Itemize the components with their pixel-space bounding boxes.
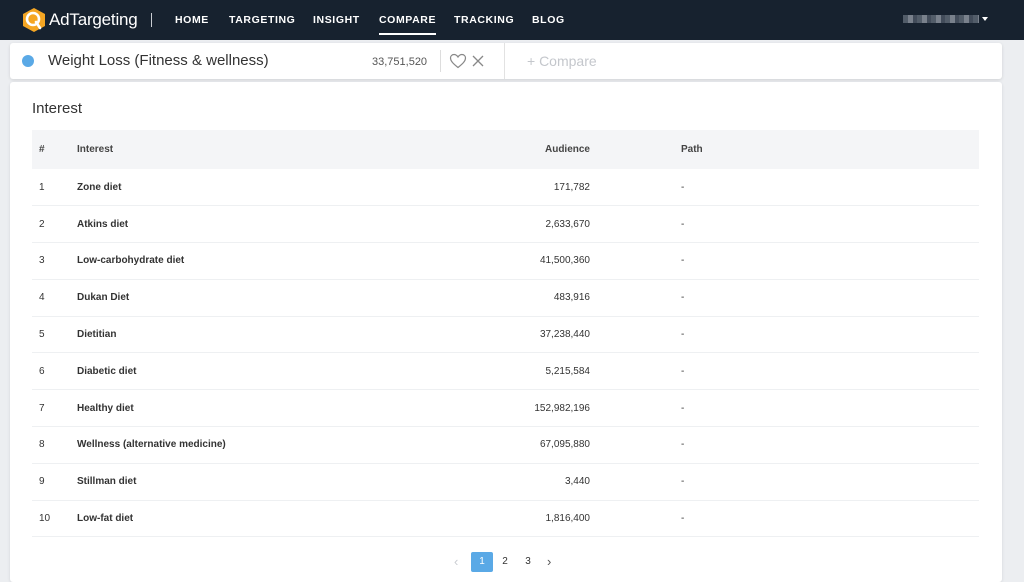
row-interest: Wellness (alternative medicine) (77, 439, 226, 451)
row-interest: Atkins diet (77, 218, 129, 230)
compare-bar: Weight Loss (Fitness & wellness) 33,751,… (10, 43, 1002, 79)
row-interest: Dietitian (77, 329, 117, 341)
row-path: - (681, 365, 685, 377)
row-number: 10 (39, 513, 51, 525)
table-row: 6 Diabetic diet 5,215,584 - (32, 353, 979, 390)
user-account-name[interactable] (903, 15, 979, 23)
nav-link-compare[interactable]: COMPARE (379, 14, 437, 35)
topic-audience-count: 33,751,520 (372, 56, 428, 68)
table-row: 10 Low-fat diet 1,816,400 - (32, 500, 979, 537)
row-audience: 3,440 (564, 476, 590, 488)
pagination-page-2[interactable]: 2 (494, 552, 516, 572)
row-path: - (681, 513, 685, 525)
section-title: Interest (32, 100, 83, 117)
heart-icon[interactable] (449, 53, 467, 69)
row-interest: Diabetic diet (77, 365, 137, 377)
interest-table: # Interest Audience Path 1 Zone diet 171… (32, 130, 979, 537)
pagination-next-button[interactable]: › (547, 554, 551, 569)
table-row: 8 Wellness (alternative medicine) 67,095… (32, 427, 979, 464)
logo-icon (23, 8, 45, 32)
pagination-page-3[interactable]: 3 (517, 552, 539, 572)
row-interest: Dukan Diet (77, 292, 130, 304)
row-audience: 2,633,670 (545, 218, 591, 230)
table-header-row: # Interest Audience Path (32, 130, 979, 169)
row-number: 8 (39, 439, 45, 451)
topic-title: Weight Loss (Fitness & wellness) (48, 52, 269, 69)
col-header-path: Path (681, 144, 703, 155)
row-number: 5 (39, 329, 45, 341)
row-audience: 41,500,360 (539, 255, 590, 267)
row-audience: 483,916 (553, 292, 590, 304)
divider (504, 43, 505, 79)
interest-card: Interest # Interest Audience Path 1 Zone… (10, 82, 1002, 582)
table-row: 4 Dukan Diet 483,916 - (32, 279, 979, 317)
pagination: ‹ 1 2 3 › (10, 552, 1002, 572)
table-row: 3 Low-carbohydrate diet 41,500,360 - (32, 243, 979, 280)
nav-link-insight[interactable]: INSIGHT (313, 14, 360, 26)
col-header-audience: Audience (544, 144, 590, 155)
brand-logo[interactable]: AdTargeting (21, 7, 138, 33)
row-number: 2 (39, 218, 45, 230)
row-number: 1 (39, 181, 45, 193)
row-number: 6 (39, 365, 45, 377)
table-row: 7 Healthy diet 152,982,196 - (32, 390, 979, 427)
row-interest: Stillman diet (77, 476, 137, 488)
table-row: 5 Dietitian 37,238,440 - (32, 316, 979, 353)
row-audience: 152,982,196 (534, 402, 590, 414)
row-number: 3 (39, 255, 45, 267)
row-number: 7 (39, 402, 45, 414)
row-path: - (681, 218, 685, 230)
col-header-interest: Interest (77, 144, 114, 155)
top-navbar: AdTargeting HOME TARGETING INSIGHT COMPA… (0, 0, 1024, 40)
row-audience: 37,238,440 (539, 329, 590, 341)
nav-divider (151, 13, 152, 27)
row-path: - (681, 402, 685, 414)
row-interest: Healthy diet (77, 402, 134, 414)
nav-link-tracking[interactable]: TRACKING (454, 14, 514, 26)
row-interest: Low-fat diet (77, 513, 134, 525)
close-icon[interactable] (471, 54, 485, 68)
topic-color-dot (22, 55, 34, 67)
row-interest: Zone diet (77, 181, 122, 193)
row-audience: 67,095,880 (539, 439, 590, 451)
chevron-down-icon[interactable] (982, 17, 988, 21)
row-number: 4 (39, 292, 45, 304)
nav-link-home[interactable]: HOME (175, 14, 209, 26)
row-path: - (681, 439, 685, 451)
row-path: - (681, 292, 685, 304)
row-audience: 5,215,584 (545, 365, 591, 377)
row-path: - (681, 255, 685, 267)
row-path: - (681, 476, 685, 488)
col-header-number: # (39, 144, 45, 155)
nav-link-targeting[interactable]: TARGETING (229, 14, 295, 26)
pagination-prev-button[interactable]: ‹ (454, 554, 458, 569)
row-number: 9 (39, 476, 45, 488)
row-path: - (681, 181, 685, 193)
row-interest: Low-carbohydrate diet (77, 255, 185, 267)
brand-name: AdTargeting (49, 10, 138, 29)
pagination-page-1[interactable]: 1 (471, 552, 493, 572)
add-compare-button[interactable]: + Compare (527, 53, 597, 69)
row-audience: 1,816,400 (545, 513, 591, 525)
divider (440, 50, 441, 72)
table-row: 1 Zone diet 171,782 - (32, 169, 979, 206)
nav-link-blog[interactable]: BLOG (532, 14, 565, 26)
row-path: - (681, 329, 685, 341)
table-row: 9 Stillman diet 3,440 - (32, 463, 979, 501)
row-audience: 171,782 (553, 181, 590, 193)
table-row: 2 Atkins diet 2,633,670 - (32, 206, 979, 243)
